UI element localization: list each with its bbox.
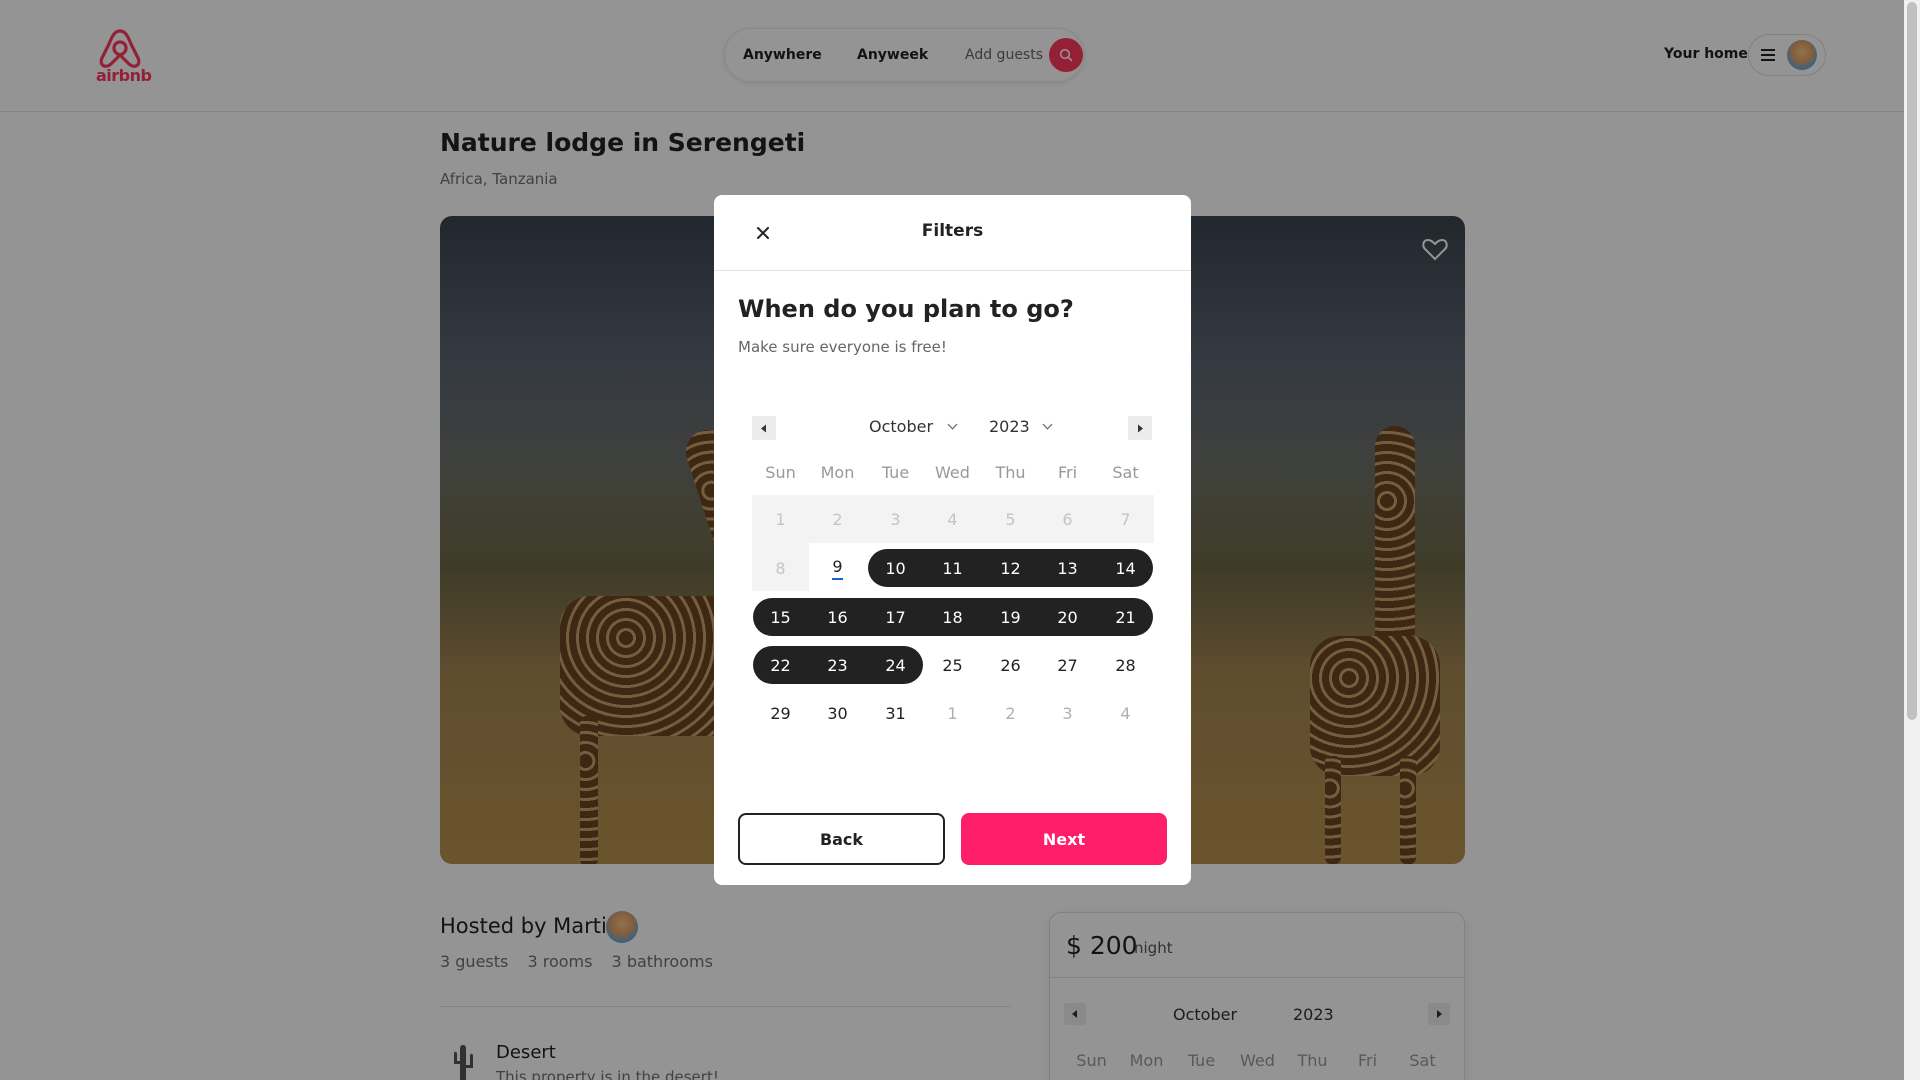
weekday-label: Sat [1112, 463, 1139, 482]
month-value: October [869, 417, 934, 436]
calendar-day[interactable]: 26 [982, 643, 1039, 687]
calendar-day[interactable]: 30 [809, 691, 866, 735]
calendar-day-disabled: 4 [947, 509, 958, 529]
calendar-day-disabled: 2 [832, 509, 843, 529]
modal-title: Filters [921, 221, 984, 241]
weekday-label: Thu [995, 463, 1026, 482]
chevron-down-icon [947, 419, 958, 430]
year-value: 2023 [989, 417, 1030, 436]
calendar-day-disabled: 5 [1005, 509, 1016, 529]
calendar-day-selected[interactable]: 11 [924, 546, 981, 590]
calendar-day-selected[interactable]: 10 [867, 546, 924, 590]
question-heading: When do you plan to go? [738, 295, 1074, 323]
year-select[interactable]: 2023 [989, 417, 1053, 436]
calendar-day-selected[interactable]: 21 [1097, 595, 1154, 639]
calendar-day-selected[interactable]: 16 [809, 595, 866, 639]
scrollbar-thumb[interactable] [1907, 2, 1917, 720]
calendar-day-selected[interactable]: 24 [867, 643, 924, 687]
caret-right-icon [1138, 424, 1143, 432]
calendar-day[interactable]: 27 [1039, 643, 1096, 687]
calendar-day-selected[interactable]: 14 [1097, 546, 1154, 590]
calendar-day-selected[interactable]: 22 [752, 643, 809, 687]
calendar-day-selected[interactable]: 15 [752, 595, 809, 639]
calendar-day-today[interactable]: 9 [809, 546, 866, 590]
calendar-day[interactable]: 29 [752, 691, 809, 735]
modal-header: Filters [714, 195, 1191, 271]
next-button[interactable]: Next [961, 813, 1167, 865]
weekday-label: Fri [1057, 463, 1078, 482]
calendar-day-disabled: 7 [1120, 509, 1131, 529]
calendar-day-disabled: 3 [890, 509, 901, 529]
calendar-day-next-month[interactable]: 2 [982, 691, 1039, 735]
calendar-day-next-month[interactable]: 1 [924, 691, 981, 735]
calendar-day[interactable]: 28 [1097, 643, 1154, 687]
calendar-day-disabled: 1 [775, 509, 786, 529]
chevron-down-icon [1042, 419, 1053, 430]
calendar-day-next-month[interactable]: 3 [1039, 691, 1096, 735]
weekday-label: Mon [820, 463, 855, 482]
calendar-day-selected[interactable]: 19 [982, 595, 1039, 639]
weekday-label: Wed [935, 463, 970, 482]
today-label: 9 [832, 557, 843, 580]
question-subtitle: Make sure everyone is free! [738, 338, 947, 356]
calendar-day-selected[interactable]: 23 [809, 643, 866, 687]
calendar-day-next-month[interactable]: 4 [1097, 691, 1154, 735]
calendar-day-selected[interactable]: 20 [1039, 595, 1096, 639]
calendar-day-selected[interactable]: 13 [1039, 546, 1096, 590]
calendar-day-disabled: 6 [1062, 509, 1073, 529]
page-scrollbar[interactable] [1904, 0, 1920, 1080]
filters-modal: Filters When do you plan to go? Make sur… [714, 195, 1191, 885]
calendar-day-selected[interactable]: 17 [867, 595, 924, 639]
calendar-day[interactable]: 31 [867, 691, 924, 735]
weekday-header: Sun Mon Tue Wed Thu Fri Sat [752, 463, 1154, 487]
calendar-day-selected[interactable]: 18 [924, 595, 981, 639]
month-select[interactable]: October [869, 417, 958, 436]
calendar-day-selected[interactable]: 12 [982, 546, 1039, 590]
next-month-button[interactable] [1128, 416, 1152, 440]
weekday-label: Sun [765, 463, 796, 482]
calendar-day[interactable]: 25 [924, 643, 981, 687]
caret-left-icon [761, 424, 766, 432]
weekday-label: Tue [881, 463, 910, 482]
calendar-day-disabled: 8 [775, 558, 786, 578]
back-button[interactable]: Back [738, 813, 945, 865]
prev-month-button[interactable] [752, 416, 776, 440]
